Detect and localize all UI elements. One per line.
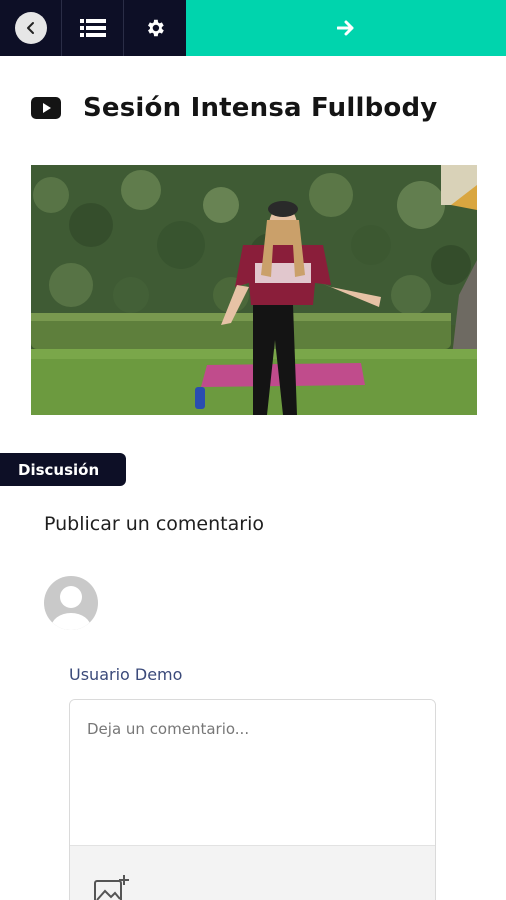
back-button[interactable] (0, 0, 62, 56)
video-thumbnail (31, 165, 477, 415)
comment-box (69, 699, 436, 900)
list-icon (79, 19, 106, 37)
discussion-badge: Discusión (0, 453, 126, 486)
comment-toolbar (70, 845, 435, 900)
video-player[interactable] (31, 165, 477, 415)
lesson-title: Sesión Intensa Fullbody (83, 93, 438, 123)
next-lesson-button[interactable] (186, 0, 506, 56)
default-user-icon (51, 586, 91, 630)
user-name: Usuario Demo (69, 665, 183, 684)
post-comment-heading: Publicar un comentario (44, 513, 264, 535)
settings-button[interactable] (124, 0, 186, 56)
top-bar-left-group (0, 0, 186, 56)
youtube-play-icon (31, 97, 61, 119)
avatar (44, 576, 98, 630)
lesson-title-row: Sesión Intensa Fullbody (31, 88, 437, 128)
chevron-left-icon (14, 12, 47, 44)
comment-input[interactable] (70, 700, 435, 845)
gear-icon (148, 19, 164, 37)
lessons-list-button[interactable] (62, 0, 124, 56)
top-bar (0, 0, 506, 56)
arrow-right-icon (337, 20, 354, 36)
add-image-icon[interactable] (94, 874, 130, 900)
